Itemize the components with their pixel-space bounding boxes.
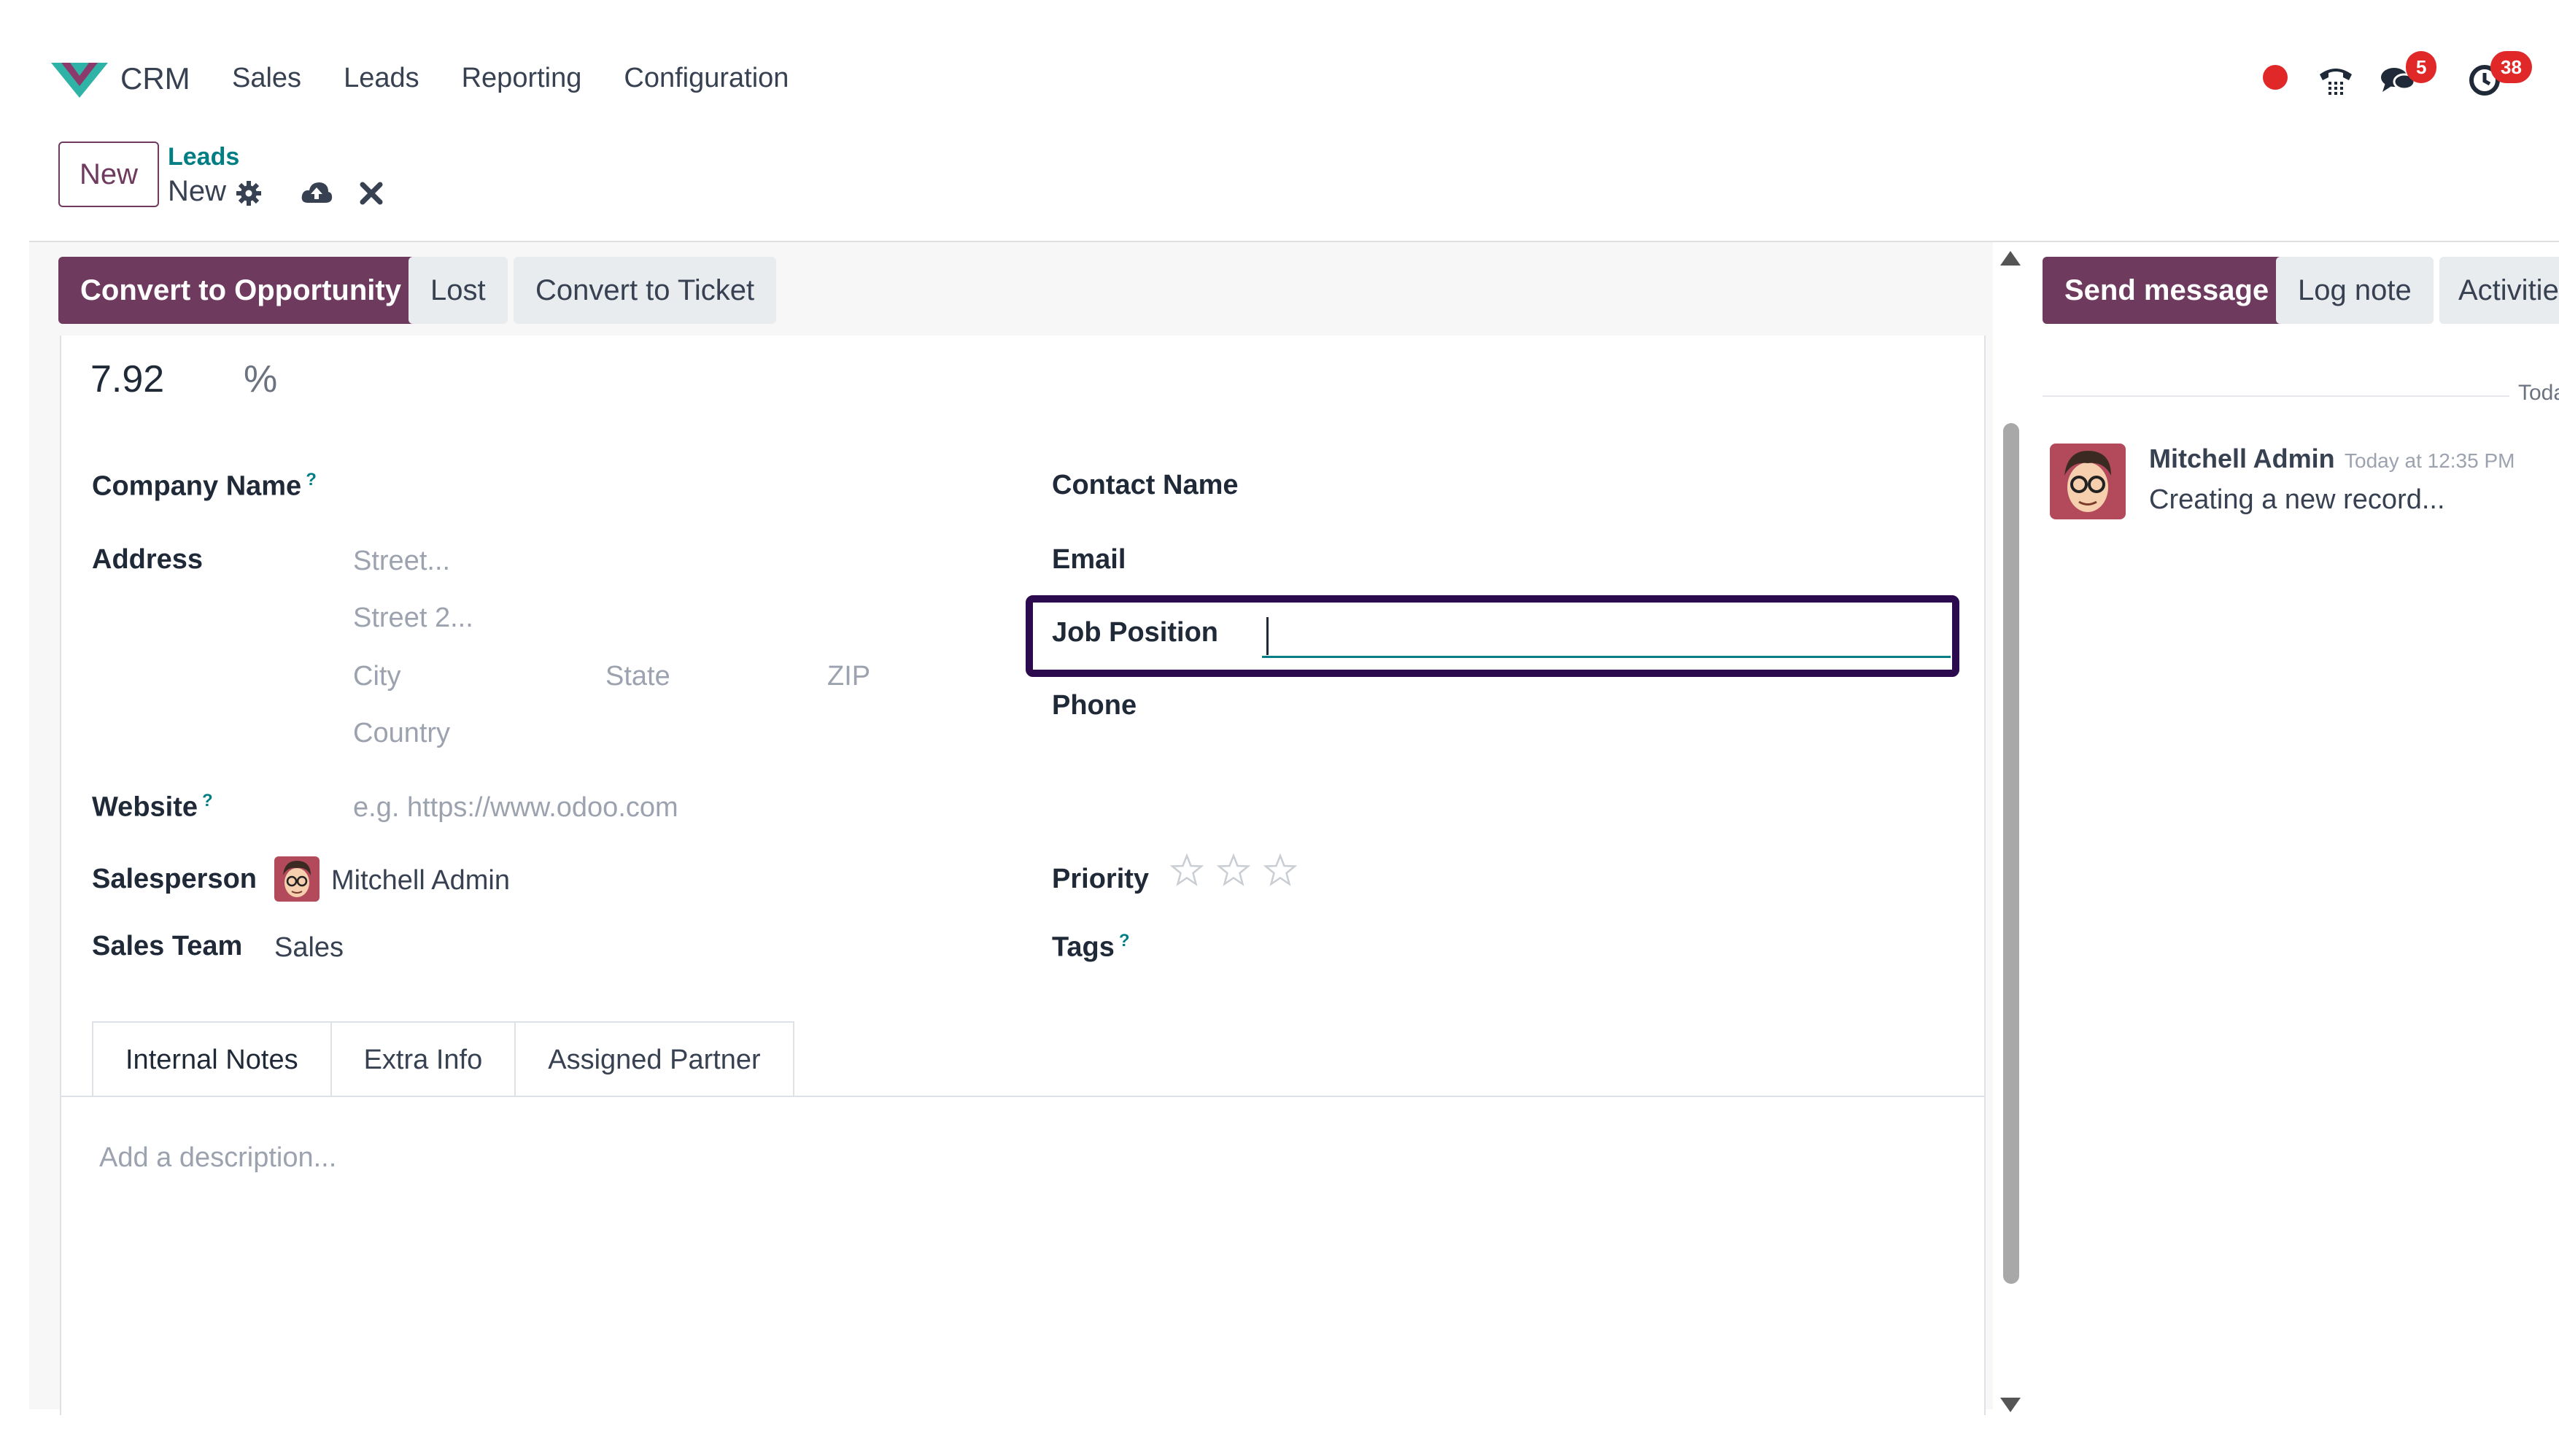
priority-star-3-icon[interactable] [1263, 853, 1297, 887]
top-menu: Sales Leads Reporting Configuration [232, 63, 831, 94]
scroll-up-arrow-icon[interactable] [2000, 251, 2021, 266]
lost-button[interactable]: Lost [409, 257, 508, 324]
message-author-avatar[interactable] [2050, 444, 2126, 519]
menu-sales[interactable]: Sales [232, 63, 301, 94]
notebook-tabs: Internal Notes Extra Info Assigned Partn… [92, 1021, 794, 1097]
country-select[interactable]: Country [353, 718, 450, 749]
message-author[interactable]: Mitchell Admin [2149, 444, 2335, 474]
probability-value[interactable]: 7.92 [90, 357, 164, 401]
phone-label: Phone [1052, 690, 1137, 721]
description-editor[interactable]: Add a description... [99, 1142, 336, 1174]
crm-logo-icon[interactable] [51, 58, 108, 99]
new-record-button[interactable]: New [58, 142, 159, 207]
job-position-label: Job Position [1052, 617, 1218, 648]
street2-input[interactable]: Street 2... [353, 603, 473, 634]
message-body: Creating a new record... [2149, 484, 2445, 515]
recording-dot-icon[interactable] [2263, 65, 2288, 90]
address-label: Address [92, 544, 204, 575]
tags-help-icon[interactable]: ? [1119, 931, 1130, 950]
website-label: Website? [92, 791, 213, 823]
probability-unit: % [244, 358, 278, 400]
tabs-underline [60, 1096, 1986, 1097]
tab-assigned-partner[interactable]: Assigned Partner [516, 1021, 794, 1097]
priority-star-1-icon[interactable] [1170, 853, 1204, 887]
main-navbar: CRM Sales Leads Reporting Configuration … [0, 0, 2559, 146]
save-cloud-icon[interactable] [301, 179, 333, 206]
sales-team-label: Sales Team [92, 931, 243, 961]
activities-count-badge: 38 [2490, 51, 2532, 83]
state-select[interactable]: State [605, 661, 670, 692]
website-input[interactable]: e.g. https://www.odoo.com [353, 792, 678, 824]
menu-configuration[interactable]: Configuration [624, 63, 789, 94]
contact-name-label: Contact Name [1052, 470, 1239, 500]
tags-label: Tags? [1052, 931, 1130, 963]
app-name[interactable]: CRM [120, 61, 190, 96]
tab-internal-notes[interactable]: Internal Notes [92, 1021, 332, 1097]
messages-count-badge: 5 [2406, 51, 2437, 83]
convert-to-opportunity-button[interactable]: Convert to Opportunity [58, 257, 423, 324]
salesperson-value[interactable]: Mitchell Admin [331, 865, 510, 897]
street-input[interactable]: Street... [353, 546, 450, 577]
activities-button[interactable]: Activitie [2439, 257, 2559, 324]
email-label: Email [1052, 544, 1126, 575]
phone-icon[interactable] [2317, 60, 2355, 98]
sales-team-value[interactable]: Sales [274, 932, 344, 964]
date-separator-line [2043, 395, 2509, 397]
text-caret [1266, 617, 1269, 655]
discard-close-icon[interactable] [359, 181, 384, 206]
menu-leads[interactable]: Leads [344, 63, 419, 94]
company-name-help-icon[interactable]: ? [306, 470, 317, 489]
breadcrumb-current: New [168, 175, 227, 207]
scrollbar-thumb[interactable] [2003, 423, 2019, 1284]
priority-stars [1170, 853, 1297, 887]
scroll-down-arrow-icon[interactable] [2000, 1398, 2021, 1412]
city-input[interactable]: City [353, 661, 400, 692]
zip-input[interactable]: ZIP [827, 661, 870, 692]
tab-extra-info[interactable]: Extra Info [331, 1021, 516, 1097]
breadcrumb-leads-link[interactable]: Leads [168, 143, 239, 171]
convert-to-ticket-button[interactable]: Convert to Ticket [514, 257, 777, 324]
priority-star-2-icon[interactable] [1217, 853, 1250, 887]
gear-icon[interactable] [235, 179, 263, 207]
company-name-label: Company Name? [92, 470, 317, 502]
send-message-button[interactable]: Send message [2043, 257, 2291, 324]
message-date: Today at 12:35 PM [2345, 449, 2515, 472]
date-separator-label: Toda [2518, 381, 2559, 405]
salesperson-label: Salesperson [92, 864, 257, 894]
website-help-icon[interactable]: ? [202, 791, 213, 810]
job-position-input[interactable] [1262, 613, 1951, 658]
log-note-button[interactable]: Log note [2276, 257, 2434, 324]
menu-reporting[interactable]: Reporting [462, 63, 582, 94]
salesperson-avatar [274, 856, 320, 902]
priority-label: Priority [1052, 864, 1150, 894]
